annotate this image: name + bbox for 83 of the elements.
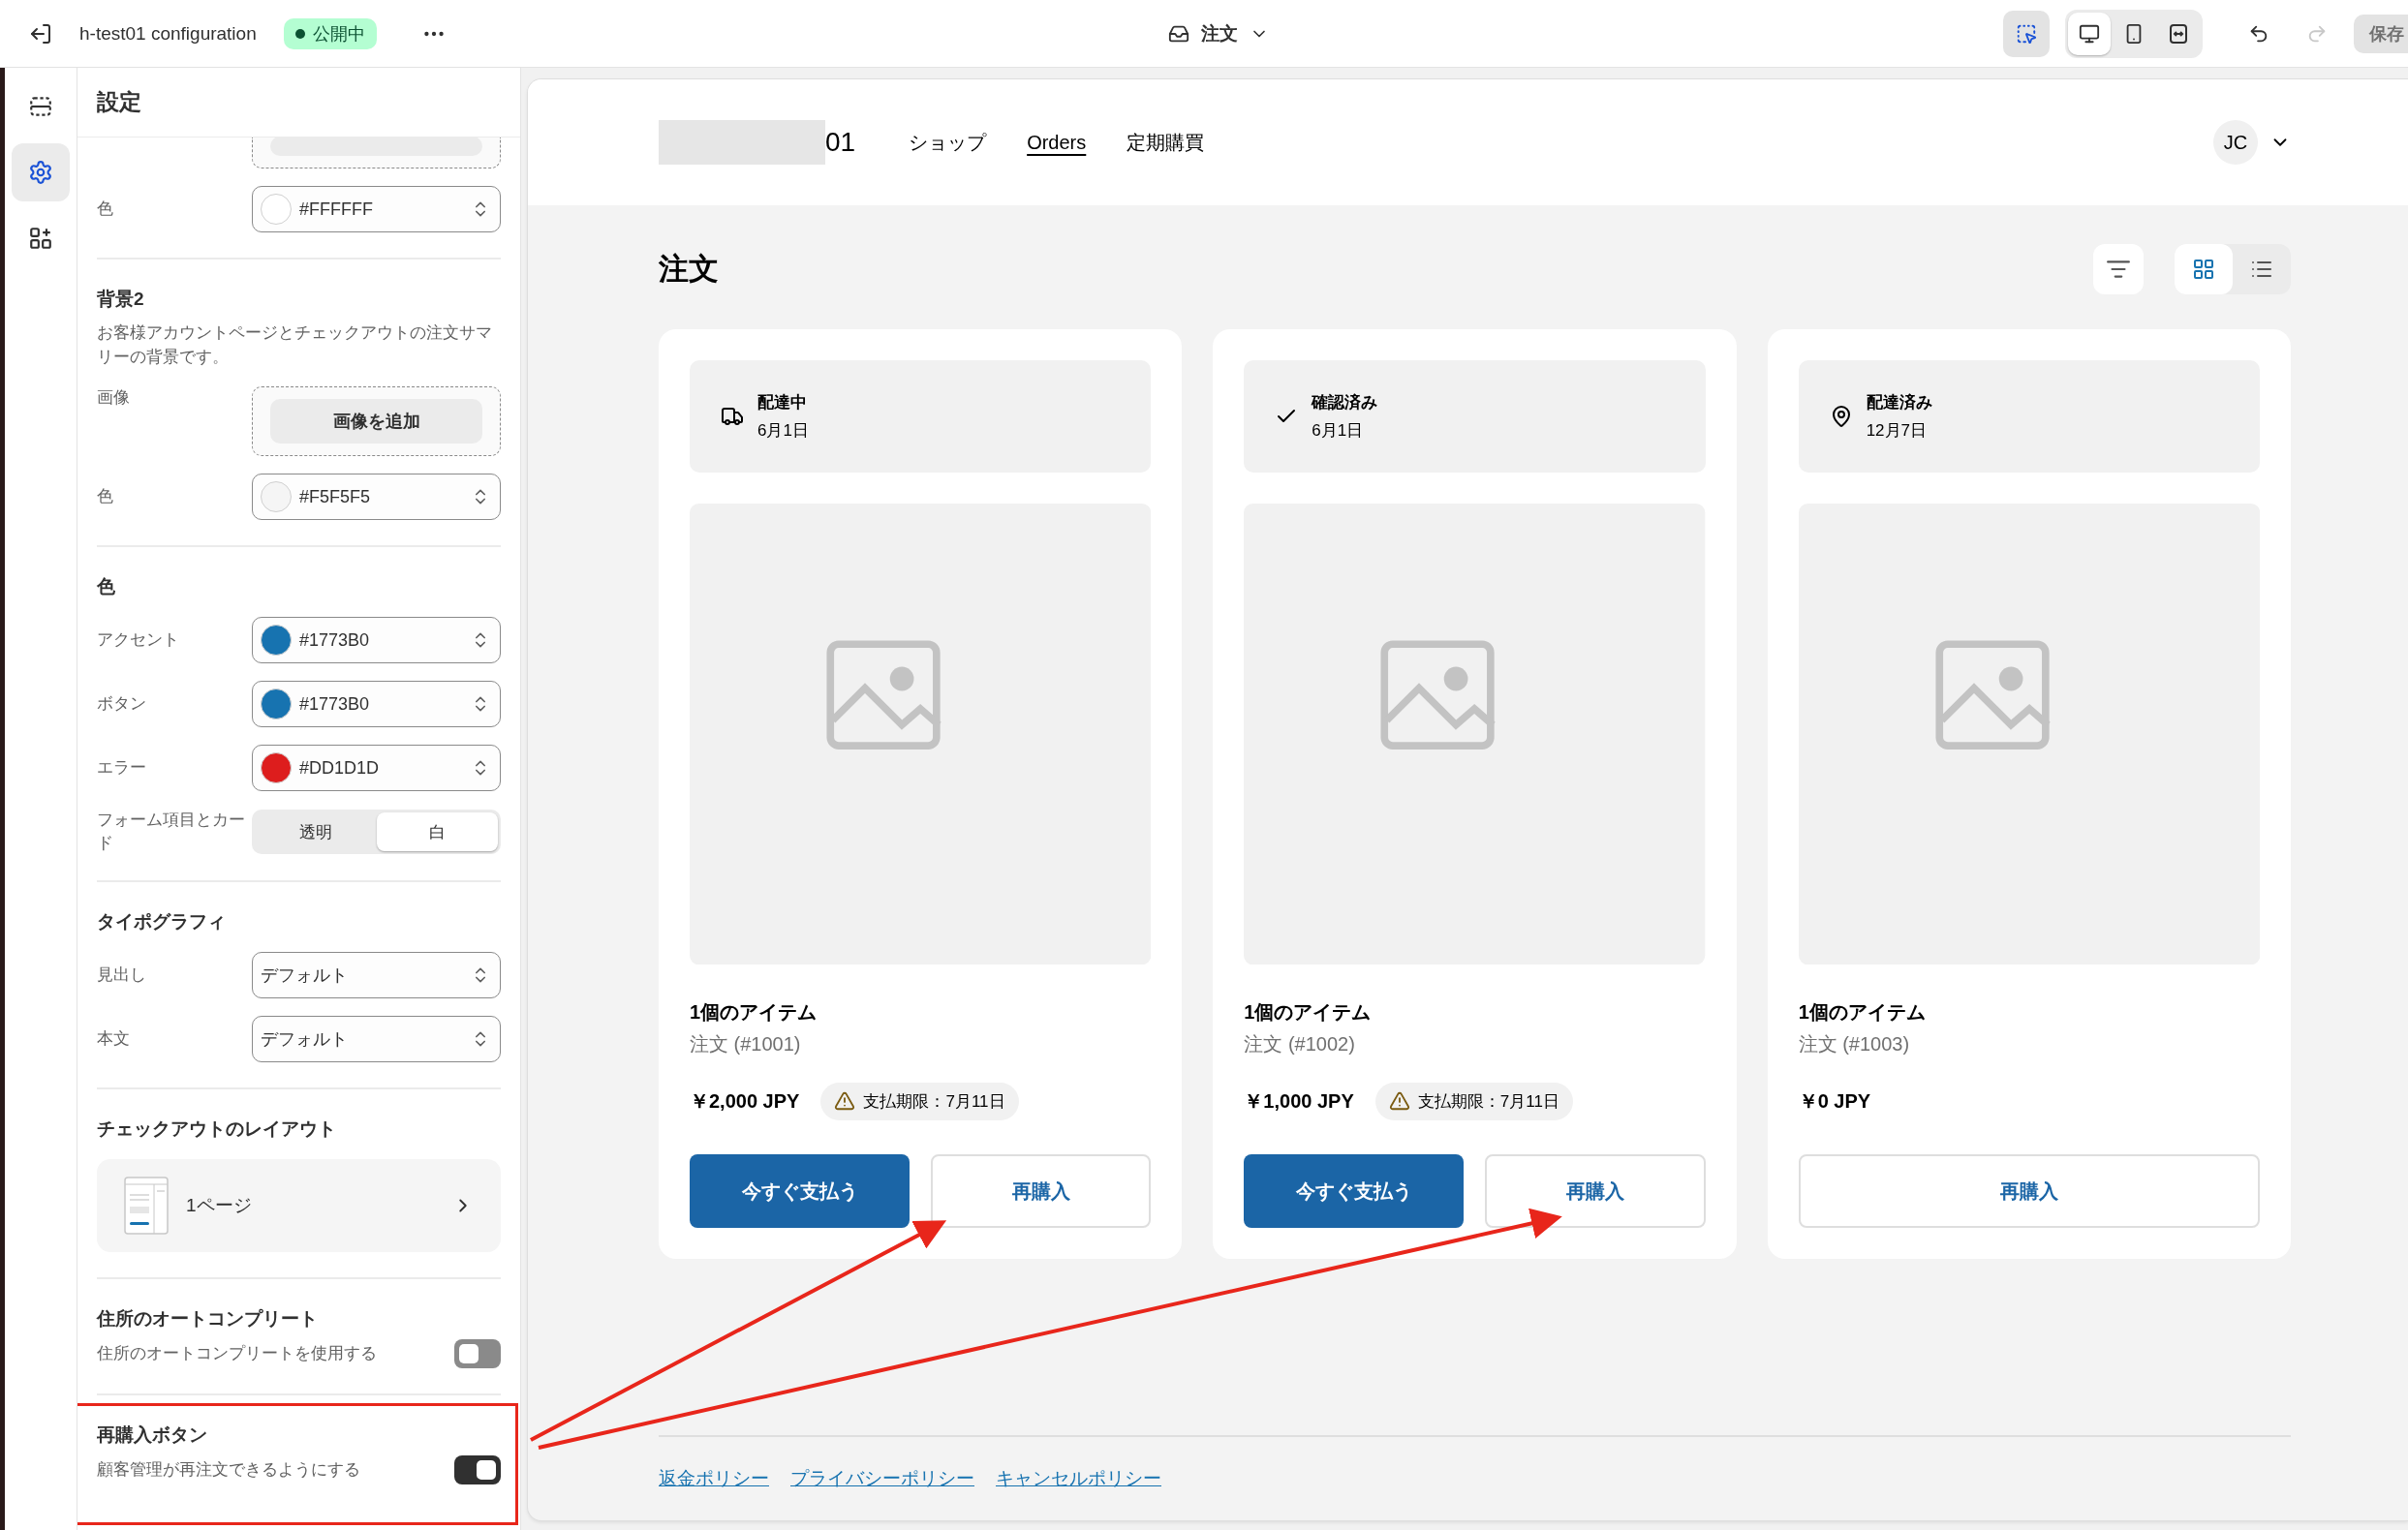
toggle-label: 顧客管理が再注文できるようにする [97, 1458, 360, 1481]
toggle-switch[interactable] [454, 1454, 501, 1484]
panel-title: 設定 [97, 88, 141, 116]
segment-option[interactable]: 透明 [255, 812, 377, 852]
section-heading: チェックアウトのレイアウト [97, 1117, 337, 1141]
layout-option[interactable]: 1ページ [97, 1158, 501, 1252]
toggle-switch[interactable] [454, 1338, 501, 1368]
view-button[interactable] [2175, 244, 2233, 294]
grid-icon [2192, 258, 2215, 281]
status-label: 配達済み [1866, 392, 1932, 413]
page-selector[interactable]: 注文 [1201, 20, 1238, 46]
status-label: 確認済み [1312, 392, 1378, 413]
warning-icon [834, 1090, 856, 1113]
nav-link[interactable]: ショップ [909, 129, 987, 156]
status-badge: 公開中 [283, 17, 377, 49]
status-date: 12月7日 [1866, 420, 1929, 442]
settings-icon [28, 160, 53, 185]
pay-now-button[interactable]: 今すぐ支払う [1244, 1154, 1465, 1229]
order-number: 注文 (#1001) [690, 1032, 802, 1057]
color-field[interactable]: #1773B0 [252, 681, 501, 728]
section-description: お客様アカウントページとチェックアウトの注文サマリーの背景です。 [97, 322, 493, 368]
field-label: 画像 [97, 387, 131, 410]
truck-icon [721, 405, 744, 428]
item-count: 1個のアイテム [690, 1000, 818, 1025]
policy-link[interactable]: キャンセルポリシー [996, 1466, 1161, 1491]
logo-text: 01 [825, 127, 856, 158]
field-label: 色 [97, 486, 114, 508]
field-label: アクセント [97, 629, 180, 652]
select-pointer-icon [2016, 22, 2037, 45]
filter-button[interactable] [2093, 244, 2144, 294]
reorder-button[interactable]: 再購入 [1485, 1154, 1706, 1229]
full-width-icon [2167, 21, 2190, 46]
policy-link[interactable]: 返金ポリシー [659, 1466, 769, 1491]
device-button[interactable] [2068, 12, 2111, 55]
color-field[interactable]: #DD1D1D [252, 745, 501, 792]
status-date: 6月1日 [757, 420, 809, 442]
segment-option[interactable]: 白 [376, 812, 498, 852]
field-label: 見出し [97, 964, 147, 986]
add-image-button[interactable]: 画像を追加 [270, 399, 482, 444]
window-title: h-test01 configuration [79, 22, 257, 45]
inspector-button[interactable] [2003, 10, 2050, 57]
color-field[interactable]: #F5F5F5 [252, 474, 501, 521]
sections-icon [28, 94, 53, 119]
page-heading: 注文 [659, 251, 719, 288]
item-count: 1個のアイテム [1798, 1000, 1927, 1025]
order-total: ￥1,000 JPY [1244, 1088, 1354, 1114]
section-heading: タイポグラフィ [97, 909, 227, 933]
section-heading: 再購入ボタン [97, 1423, 208, 1447]
pay-now-button[interactable]: 今すぐ支払う [690, 1154, 911, 1229]
layout-thumbnail-icon [124, 1176, 169, 1235]
color-field[interactable]: #FFFFFF [252, 186, 501, 232]
select-field[interactable]: デフォルト [252, 951, 501, 998]
order-number: 注文 (#1003) [1798, 1032, 1911, 1057]
section-heading: 背景2 [97, 288, 145, 311]
order-number: 注文 (#1002) [1244, 1032, 1356, 1057]
due-badge: 支払期限：7月11日 [820, 1082, 1019, 1120]
section-heading: 住所のオートコンプリート [97, 1306, 319, 1331]
color-field[interactable]: #1773B0 [252, 617, 501, 664]
section-heading: 色 [97, 575, 116, 599]
nav-link[interactable]: 定期購買 [1127, 129, 1205, 156]
due-badge: 支払期限：7月11日 [1374, 1082, 1573, 1120]
apps-icon [28, 226, 53, 251]
policy-link[interactable]: プライバシーポリシー [790, 1466, 974, 1491]
nav-link[interactable]: Orders [1027, 131, 1087, 154]
exit-icon[interactable] [29, 21, 52, 46]
field-label: 本文 [97, 1027, 131, 1050]
status-label: 配達中 [757, 392, 808, 413]
field-label: 色 [97, 199, 114, 221]
field-label: エラー [97, 757, 147, 780]
toggle-label: 住所のオートコンプリートを使用する [97, 1342, 377, 1364]
avatar[interactable]: JC [2213, 120, 2258, 165]
item-count: 1個のアイテム [1244, 1000, 1373, 1025]
status-date: 6月1日 [1312, 420, 1365, 442]
reorder-button[interactable]: 再購入 [1798, 1154, 2260, 1229]
order-total: ￥0 JPY [1798, 1088, 1871, 1114]
select-field[interactable]: デフォルト [252, 1015, 501, 1062]
order-total: ￥2,000 JPY [690, 1088, 800, 1114]
warning-icon [1388, 1090, 1410, 1113]
rail-button[interactable] [12, 143, 70, 201]
field-label: フォーム項目とカード [97, 810, 246, 855]
field-label: ボタン [97, 693, 147, 716]
reorder-button[interactable]: 再購入 [931, 1154, 1152, 1229]
desktop-icon [2079, 22, 2100, 45]
